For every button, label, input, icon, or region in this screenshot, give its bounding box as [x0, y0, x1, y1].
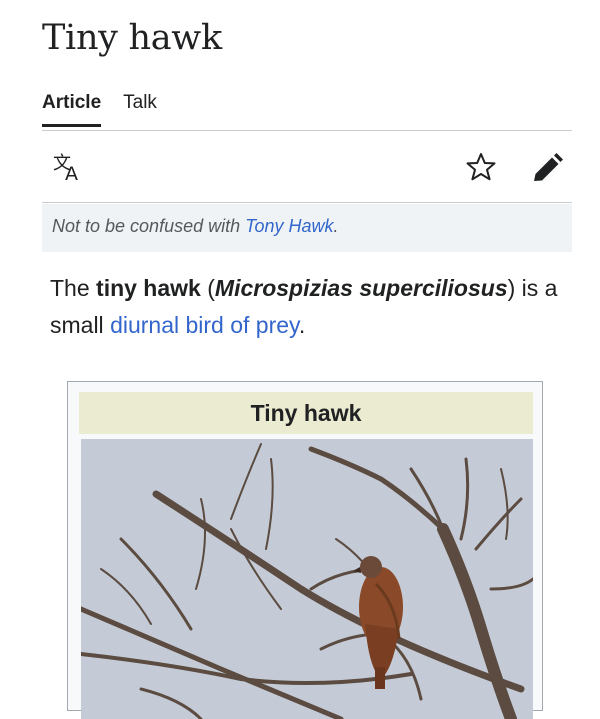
lead-scientific-name: Microspizias superciliosus: [214, 275, 508, 301]
hawk-photo: [81, 439, 533, 719]
toolbar-divider: [42, 202, 572, 203]
lead-period: .: [298, 312, 306, 338]
lead-paragraph: The tiny hawk (Microspizias superciliosu…: [50, 270, 580, 344]
hatnote-link[interactable]: Tony Hawk: [245, 216, 333, 236]
page-tabs: Article Talk: [42, 92, 157, 127]
infobox: Tiny hawk: [67, 381, 543, 719]
hatnote: Not to be confused with Tony Hawk.: [42, 204, 572, 252]
svg-text:A: A: [65, 163, 78, 182]
tab-article[interactable]: Article: [42, 92, 102, 127]
lead-text-the: The: [50, 275, 97, 301]
hatnote-end: .: [333, 216, 339, 236]
infobox-image[interactable]: [81, 439, 533, 719]
tab-talk[interactable]: Talk: [123, 92, 157, 127]
infobox-title: Tiny hawk: [79, 392, 533, 434]
hatnote-text: Not to be confused with: [52, 216, 246, 236]
page-title: Tiny hawk: [42, 18, 222, 58]
lead-bold-name: tiny hawk: [96, 275, 201, 301]
tabs-divider: [42, 130, 572, 131]
lead-open-paren: (: [200, 275, 215, 301]
pencil-icon[interactable]: [531, 152, 563, 189]
lead-link-diurnal[interactable]: diurnal bird of prey: [110, 312, 299, 338]
star-icon[interactable]: [466, 152, 496, 187]
translate-icon[interactable]: 文 A: [52, 152, 84, 187]
